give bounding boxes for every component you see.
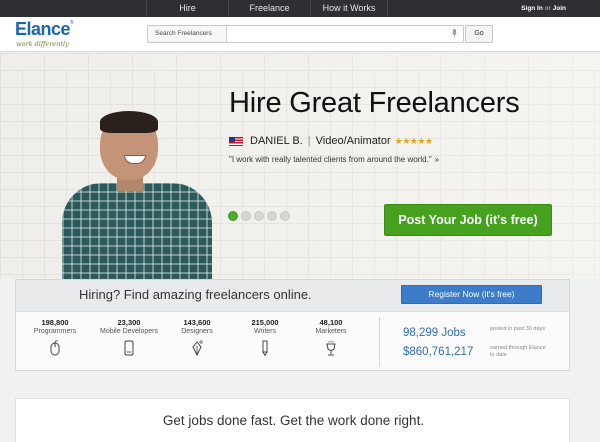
top-nav: Hire Freelance How it Works Sign In or Joi… (0, 0, 600, 17)
nav-freelance-link[interactable]: Freelance (228, 0, 310, 17)
logo-tagline: work differently (16, 40, 69, 48)
mouse-icon (50, 340, 60, 356)
search-input[interactable] (228, 26, 438, 42)
freelancer-name[interactable]: DANIEL B. (250, 135, 303, 147)
stat-writers[interactable]: 215,000 Writers (235, 318, 295, 361)
stat-number: 23,300 (117, 318, 141, 327)
microphone-icon[interactable] (452, 29, 457, 38)
stat-marketers[interactable]: 48,100 Marketers (301, 318, 361, 361)
stat-label: Marketers (315, 328, 347, 335)
auth-links: Sign In or Join (521, 0, 566, 17)
logo-wordmark: Elance (15, 19, 71, 39)
jobs-note: posted in past 30 days (490, 326, 546, 332)
freelancer-profile: DANIEL B. | Video/Animator ★★★★★ (229, 135, 433, 147)
hero-title: Hire Great Freelancers (229, 87, 520, 119)
value-prop-section: Get jobs done fast. Get the work done ri… (15, 398, 570, 442)
stats-divider (379, 318, 380, 366)
pencil-icon (262, 340, 268, 357)
stat-mobile-developers[interactable]: 23,300 Mobile Developers (99, 318, 159, 361)
slide-dot[interactable] (254, 211, 264, 221)
profile-separator: | (307, 135, 311, 147)
quote-text: "I work with really talented clients fro… (229, 155, 432, 164)
stat-number: 48,100 (319, 318, 343, 327)
stat-number: 143,600 (183, 318, 211, 327)
stat-label: Writers (253, 328, 277, 335)
register-button[interactable]: Register Now (it's free) (401, 285, 542, 304)
us-flag-icon (229, 136, 243, 146)
sign-in-link[interactable]: Sign In (521, 5, 543, 12)
search-category-dropdown[interactable]: Search Freelancers (148, 26, 227, 42)
slide-dot[interactable] (280, 211, 290, 221)
elance-logo[interactable]: Elance® work differently (15, 20, 74, 48)
plaid-shirt (62, 183, 212, 279)
phone-icon (124, 340, 134, 356)
stat-number: 198,800 (41, 318, 69, 327)
join-link[interactable]: Join (553, 5, 566, 12)
search-go-button[interactable]: Go (465, 25, 493, 43)
stat-label: Mobile Developers (100, 328, 158, 335)
freelancer-role: Video/Animator (315, 135, 391, 147)
stat-programmers[interactable]: 198,800 Programmers (25, 318, 85, 361)
stats-panel: 198,800 Programmers 23,300 Mobile Develo… (15, 311, 570, 371)
search-bar: Search Freelancers (147, 25, 464, 43)
stat-label: Designers (181, 328, 213, 335)
stat-label: Programmers (33, 328, 77, 335)
site-header: Elance® work differently Search Freelanc… (0, 17, 600, 52)
hero-section: Hire Great Freelancers DANIEL B. | Video… (0, 53, 600, 279)
post-job-button[interactable]: Post Your Job (it's free) (384, 204, 552, 236)
stat-number: 215,000 (251, 318, 279, 327)
value-prop-heading: Get jobs done fast. Get the work done ri… (162, 413, 425, 428)
slide-dot[interactable] (267, 211, 277, 221)
trophy-icon (326, 340, 336, 356)
earned-note: earned through Elance to date (490, 345, 546, 358)
nav-how-it-works-link[interactable]: How it Works (310, 0, 388, 17)
slide-dot[interactable] (241, 211, 251, 221)
hair (100, 111, 158, 133)
auth-or-text: or (544, 5, 551, 12)
nav-hire-link[interactable]: Hire (146, 0, 228, 17)
stat-designers[interactable]: 143,600 Designers (167, 318, 227, 361)
freelancer-photo (62, 111, 212, 279)
slide-dot[interactable] (228, 211, 238, 221)
slide-indicators (228, 211, 290, 221)
rating-stars-icon: ★★★★★ (394, 135, 433, 146)
hiring-band-text: Hiring? Find amazing freelancers online. (79, 287, 312, 302)
logo-trademark: ® (70, 20, 74, 26)
quote-more-arrow[interactable]: » (435, 155, 439, 164)
jobs-count: 98,299 Jobs (403, 327, 466, 339)
testimonial-quote: "I work with really talented clients fro… (229, 155, 439, 164)
pen-nib-icon (192, 340, 203, 357)
earned-amount: $860,761,217 (403, 346, 474, 358)
